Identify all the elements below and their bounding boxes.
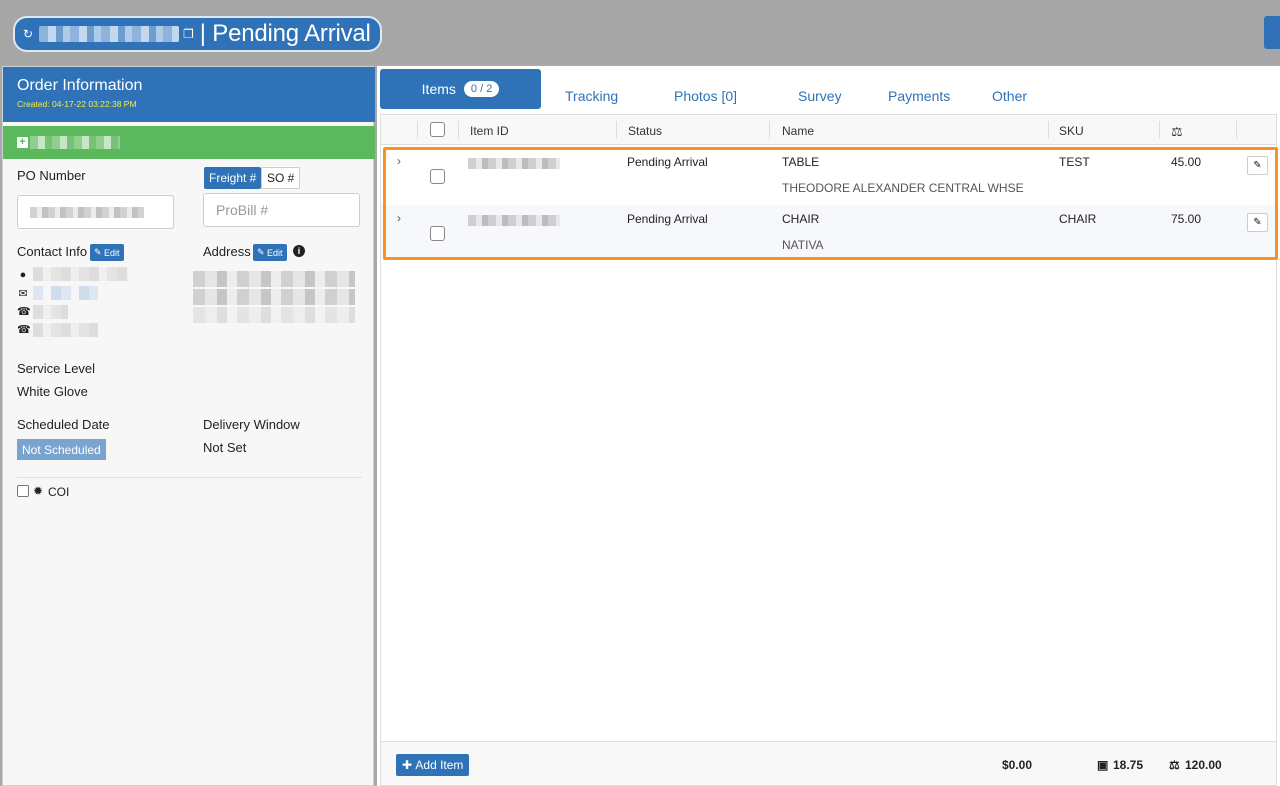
column-header-item-id[interactable]: Item ID	[470, 124, 509, 138]
delivery-window-label: Delivery Window	[203, 417, 300, 432]
refresh-icon[interactable]: ↻	[23, 27, 39, 41]
po-number-label: PO Number	[17, 168, 86, 183]
customer-bar[interactable]: +	[3, 126, 375, 159]
contact-edit-label: Edit	[104, 247, 120, 258]
column-header-name[interactable]: Name	[782, 124, 814, 138]
add-item-label: Add Item	[415, 758, 464, 772]
column-separator	[1159, 121, 1160, 139]
chevron-right-icon[interactable]: ›	[397, 154, 401, 168]
phone-icon: ☎	[17, 324, 31, 336]
address-line-redacted	[193, 307, 355, 323]
order-title-pill: ↻ ❐ | Pending Arrival	[13, 16, 382, 52]
edit-icon[interactable]: ✎	[1247, 156, 1268, 175]
freight-toggle[interactable]: Freight #	[204, 167, 262, 189]
column-header-sku[interactable]: SKU	[1059, 124, 1084, 138]
scale-icon[interactable]: ⚖	[1171, 124, 1183, 140]
coi-checkbox[interactable]	[17, 485, 29, 497]
table-footer: ✚ Add Item $0.00 ▣ 18.75 ⚖ 120.00	[381, 741, 1276, 785]
contact-email-redacted	[33, 286, 98, 300]
address-edit-button[interactable]: ✎ Edit	[253, 244, 287, 261]
select-all-checkbox[interactable]	[430, 122, 445, 137]
address-edit-label: Edit	[267, 247, 283, 258]
badge-icon: ✹	[33, 484, 44, 498]
table-row[interactable]: › Pending Arrival TABLE THEODORE ALEXAND…	[381, 148, 1276, 203]
tab-items[interactable]: Items 0 / 2	[380, 69, 541, 109]
divider	[17, 477, 362, 478]
phone-icon: ☎	[17, 306, 31, 318]
contact-info-label: Contact Info	[17, 244, 88, 259]
po-number-input[interactable]	[17, 195, 174, 229]
row-weight: 75.00	[1171, 212, 1202, 226]
row-status: Pending Arrival	[627, 155, 708, 169]
service-level-value: White Glove	[17, 384, 88, 399]
column-separator	[616, 121, 617, 139]
total-weight: 120.00	[1185, 758, 1222, 772]
item-id-redacted	[468, 215, 560, 226]
info-icon[interactable]: i	[293, 245, 305, 257]
tab-items-label: Items	[421, 81, 456, 97]
row-status: Pending Arrival	[627, 212, 708, 226]
row-name: CHAIR	[782, 212, 820, 226]
tab-photos[interactable]: Photos [0]	[674, 88, 737, 104]
order-id-redacted	[39, 26, 179, 42]
user-icon: ●	[19, 269, 27, 281]
probill-input[interactable]	[203, 193, 360, 227]
column-separator	[417, 121, 418, 139]
cube-icon: ▣	[1097, 758, 1109, 772]
total-volume: 18.75	[1113, 758, 1144, 772]
delivery-window-value: Not Set	[203, 440, 247, 455]
contact-name-redacted	[33, 267, 128, 281]
row-checkbox[interactable]	[430, 226, 445, 241]
edit-icon[interactable]: ✎	[1247, 213, 1268, 232]
contact-phone-redacted	[33, 305, 68, 319]
so-toggle[interactable]: SO #	[261, 167, 301, 189]
address-line-redacted	[193, 271, 355, 287]
scale-icon: ⚖	[1169, 758, 1180, 772]
contact-phone-redacted	[33, 323, 98, 337]
column-separator	[1236, 121, 1237, 139]
row-sku: CHAIR	[1059, 212, 1097, 226]
tab-survey[interactable]: Survey	[798, 88, 842, 104]
service-level-label: Service Level	[17, 361, 96, 376]
add-item-button[interactable]: ✚ Add Item	[396, 754, 470, 776]
total-cost: $0.00	[1002, 758, 1033, 772]
order-info-title: Order Information	[17, 77, 143, 94]
address-line-redacted	[193, 289, 355, 305]
plus-icon[interactable]: +	[17, 137, 28, 148]
column-separator	[458, 121, 459, 139]
item-id-redacted	[468, 158, 560, 169]
chevron-right-icon[interactable]: ›	[397, 211, 401, 225]
row-sku: TEST	[1059, 155, 1090, 169]
top-bar: ↻ ❐ | Pending Arrival	[0, 0, 1280, 64]
corner-action-button[interactable]	[1264, 16, 1280, 49]
items-table: Item ID Status Name SKU ⚖ › Pending Arri…	[380, 114, 1277, 786]
tab-payments[interactable]: Payments	[888, 88, 950, 104]
tab-tracking[interactable]: Tracking	[565, 88, 618, 104]
page-title: | Pending Arrival	[199, 20, 371, 47]
table-header: Item ID Status Name SKU ⚖	[381, 115, 1276, 145]
order-info-panel: Order Information Created: 04-17-22 03:2…	[2, 66, 375, 786]
copy-icon[interactable]: ❐	[183, 27, 194, 41]
coi-label: COI	[48, 485, 70, 499]
column-header-status[interactable]: Status	[628, 124, 662, 138]
row-name: TABLE	[782, 155, 820, 169]
order-info-header: Order Information Created: 04-17-22 03:2…	[3, 67, 375, 122]
tab-other[interactable]: Other	[992, 88, 1027, 104]
row-weight: 45.00	[1171, 155, 1202, 169]
contact-edit-button[interactable]: ✎ Edit	[90, 244, 124, 261]
row-checkbox[interactable]	[430, 169, 445, 184]
envelope-icon: ✉	[18, 288, 28, 300]
address-label: Address	[203, 244, 251, 259]
created-timestamp: Created: 04-17-22 03:22:38 PM	[17, 99, 137, 109]
row-vendor: NATIVA	[782, 238, 824, 252]
scheduled-date-label: Scheduled Date	[17, 417, 110, 432]
row-vendor: THEODORE ALEXANDER CENTRAL WHSE	[782, 181, 1024, 195]
items-count-badge: 0 / 2	[463, 81, 500, 97]
customer-name-redacted	[30, 136, 120, 149]
scheduled-date-badge[interactable]: Not Scheduled	[17, 439, 106, 460]
column-separator	[769, 121, 770, 139]
items-panel: Items 0 / 2 Tracking Photos [0] Survey P…	[377, 66, 1280, 786]
table-row[interactable]: › Pending Arrival CHAIR NATIVA CHAIR 75.…	[381, 205, 1276, 260]
column-separator	[1048, 121, 1049, 139]
